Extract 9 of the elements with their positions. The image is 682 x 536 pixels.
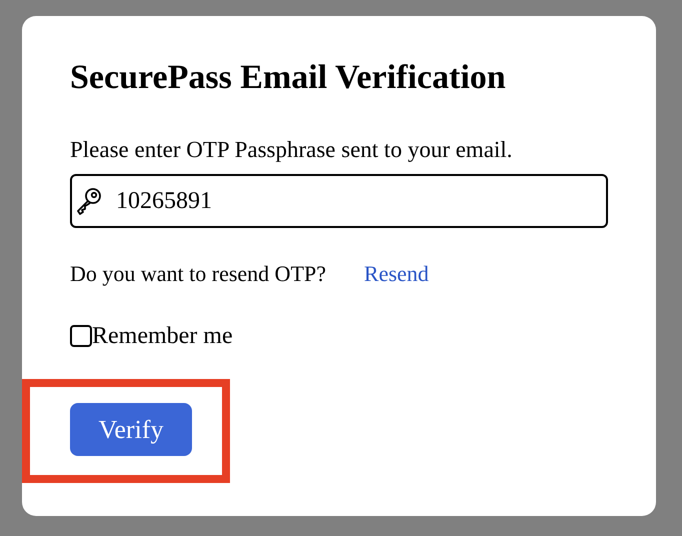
key-icon <box>76 187 102 215</box>
resend-link[interactable]: Resend <box>364 260 429 288</box>
dialog-title: SecurePass Email Verification <box>70 58 507 98</box>
prompt-text: Please enter OTP Passphrase sent to your email. <box>70 136 514 164</box>
otp-field[interactable]: 10265891 <box>70 174 608 228</box>
remember-label[interactable]: Remember me <box>92 321 233 351</box>
remember-checkbox[interactable] <box>70 325 92 347</box>
verify-button[interactable]: Verify <box>70 403 192 456</box>
resend-question: Do you want to resend OTP? <box>70 260 326 288</box>
